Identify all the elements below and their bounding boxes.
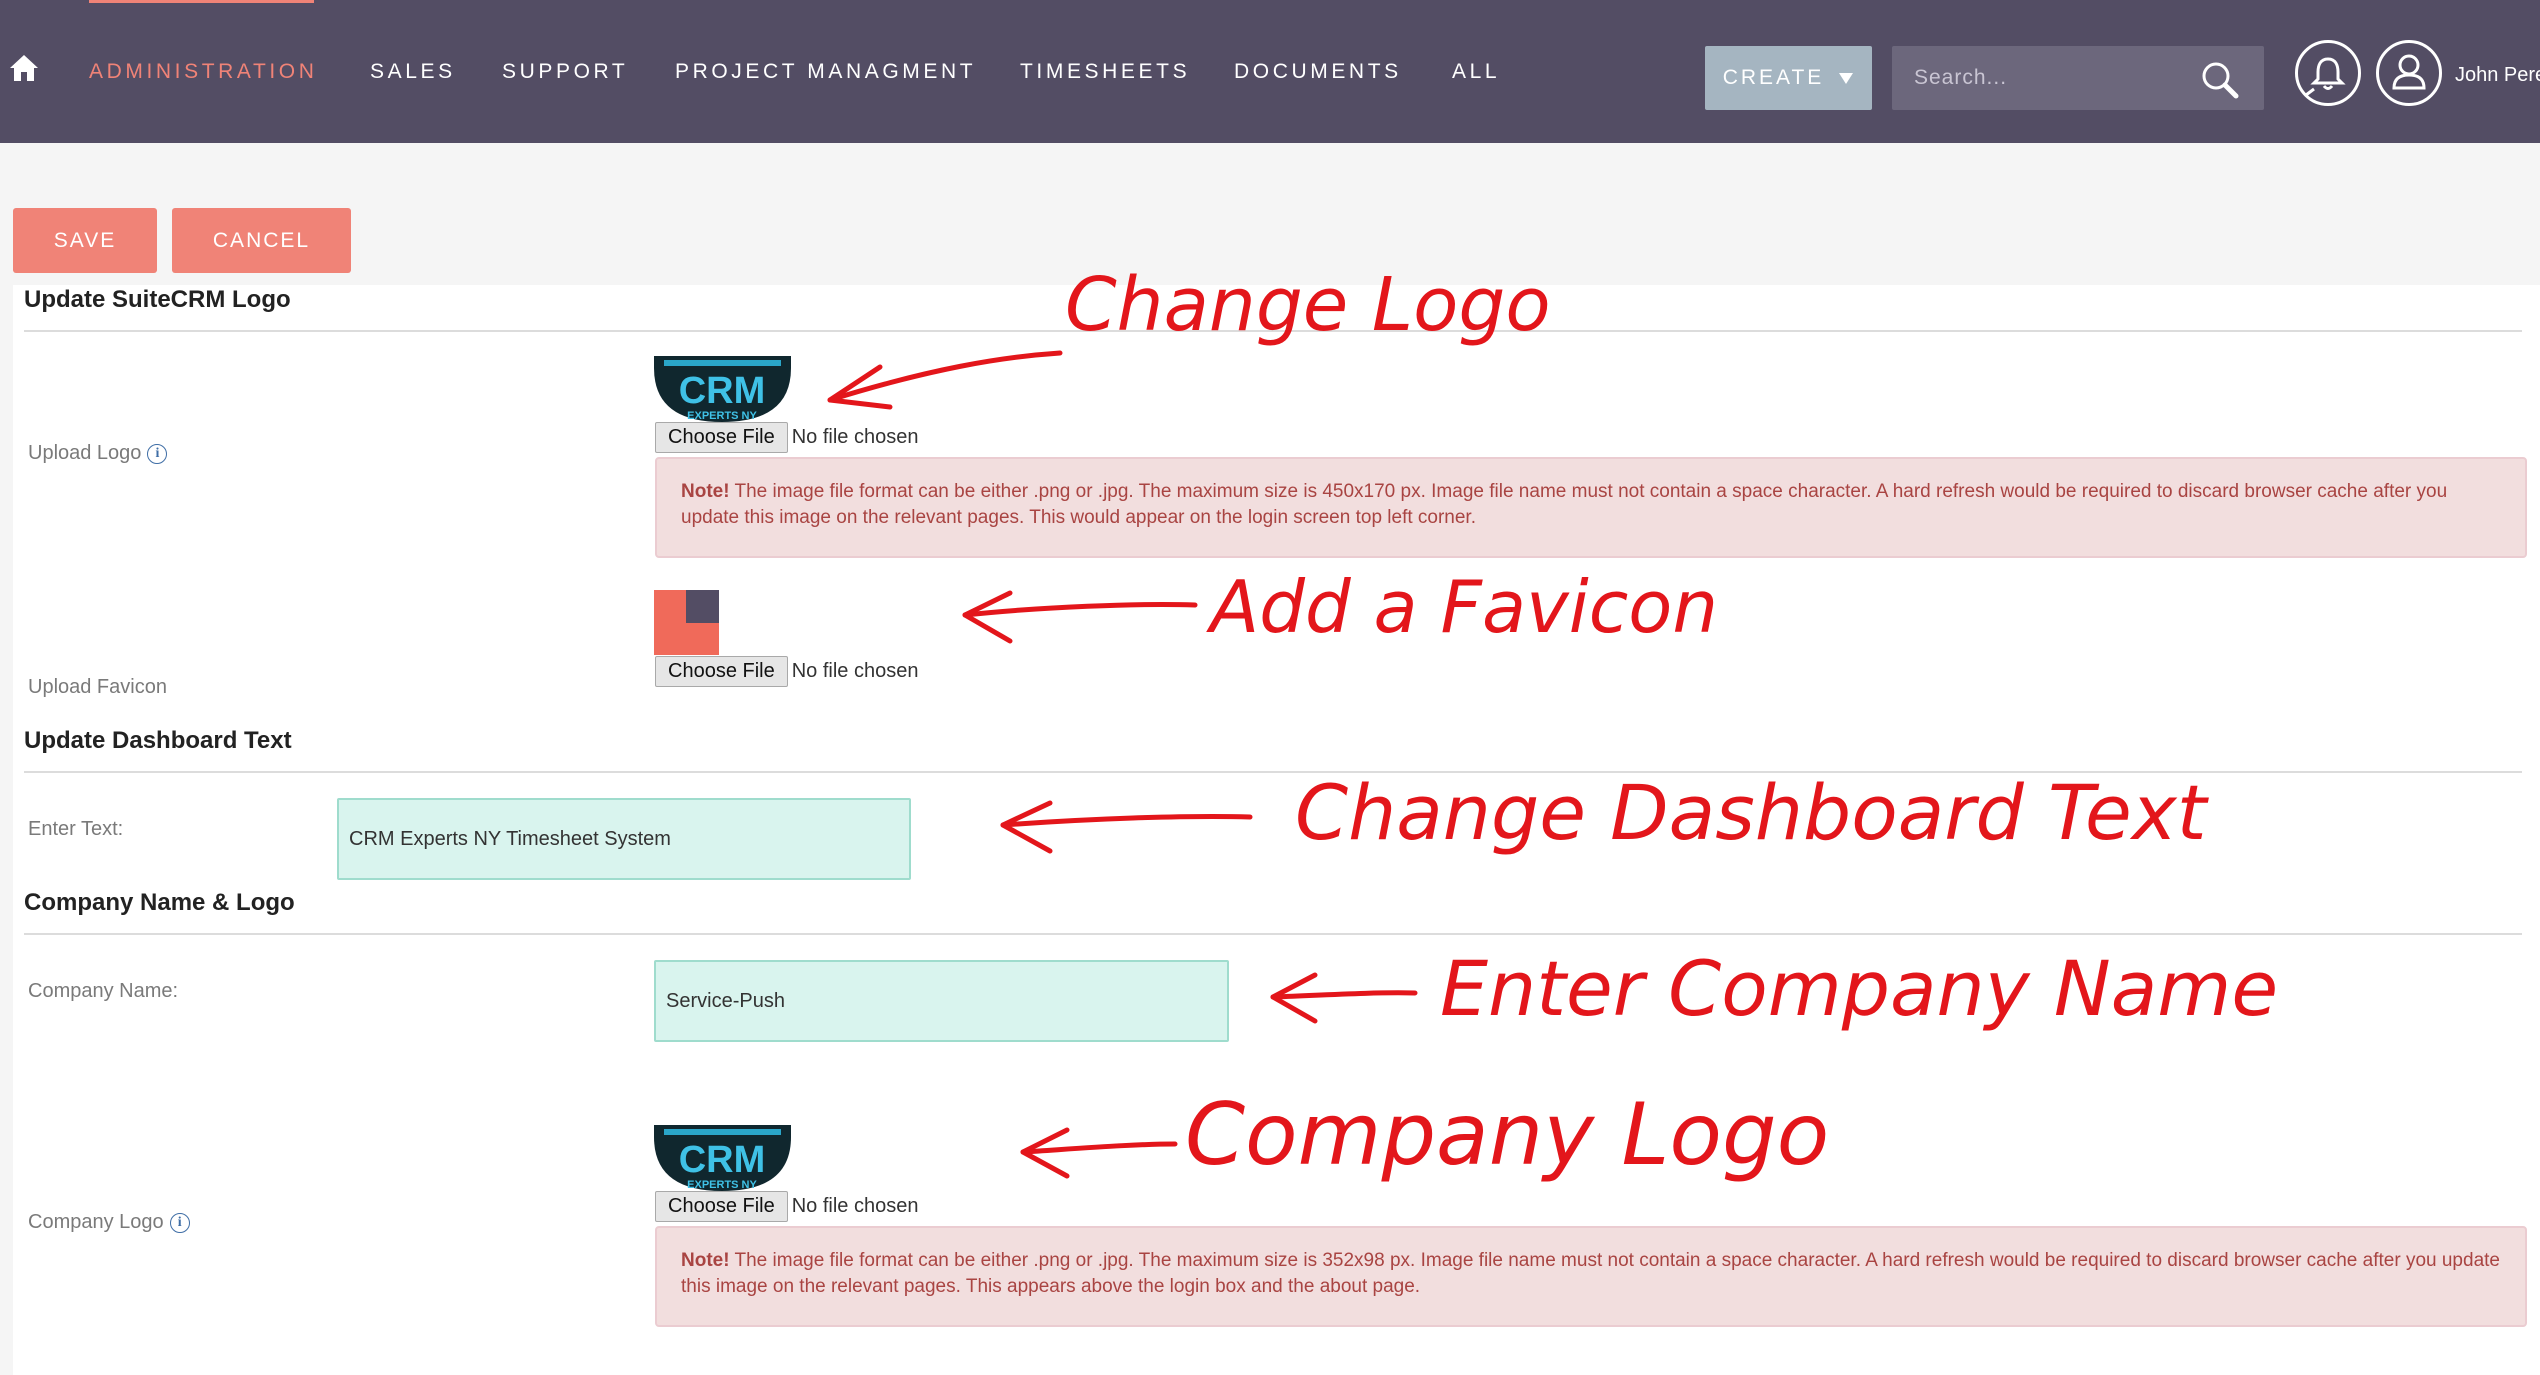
upload-favicon-label: Upload Favicon [28,676,167,698]
search-icon[interactable] [2198,58,2242,102]
favicon-preview [654,590,719,655]
choose-file-button[interactable]: Choose File [655,1191,788,1222]
annotation-arrow [1270,972,1418,1024]
bell-icon [2305,57,2346,97]
company-name-label: Company Name: [28,980,179,1002]
choose-file-button[interactable]: Choose File [655,422,788,453]
dashboard-text-input[interactable] [337,798,911,880]
company-logo-file-input: Choose File No file chosen [655,1191,918,1222]
company-name-input[interactable] [654,960,1229,1042]
annotation-arrow [1020,1127,1178,1179]
company-logo-label-text: Company Logo [28,1211,164,1233]
caret-down-icon [1839,73,1854,84]
annotation-company-logo: Company Logo [1185,1085,1830,1185]
nav-item-timesheets[interactable]: TIMESHEETS [1020,60,1190,84]
nav-item-sales[interactable]: SALES [370,60,456,84]
logo-text-sub: EXPERTS NY [687,1179,757,1191]
note-label: Note! [681,1250,730,1271]
annotation-arrow [1000,800,1253,854]
section-title-company: Company Name & Logo [24,889,295,916]
annotation-change-logo: Change Logo [1065,262,1551,348]
info-icon[interactable]: i [147,443,168,464]
company-note-text: The image file format can be either .png… [681,1250,2500,1297]
create-button[interactable]: CREATE [1705,46,1872,110]
logo-text-main: CRM [679,370,766,412]
file-status: No file chosen [791,660,919,682]
annotation-enter-company-name: Enter Company Name [1440,944,2279,1033]
nav-item-documents[interactable]: DOCUMENTS [1234,60,1402,84]
annotation-add-favicon: Add a Favicon [1210,565,1718,649]
save-button[interactable]: SAVE [13,208,157,273]
section-divider [24,933,2522,935]
company-logo-note-alert: Note! The image file format can be eithe… [655,1226,2527,1327]
annotation-change-dashboard-text: Change Dashboard Text [1295,768,2207,857]
company-logo-preview: CRM EXPERTS NY [654,1125,791,1191]
create-button-label: CREATE [1722,66,1825,89]
upload-logo-label: Upload Logo i [28,442,168,465]
nav-item-administration[interactable]: ADMINISTRATION [89,60,318,84]
info-icon[interactable]: i [169,1212,190,1233]
note-label: Note! [681,481,730,502]
section-title-dashboard: Update Dashboard Text [24,727,292,754]
annotation-arrow [962,590,1198,644]
company-logo-label: Company Logo i [28,1211,190,1234]
file-status: No file chosen [791,1195,919,1217]
home-icon[interactable] [8,52,40,84]
file-status: No file chosen [791,426,919,448]
nav-item-project-management[interactable]: PROJECT MANAGMENT [675,60,976,84]
logo-text-main: CRM [679,1139,766,1181]
annotation-arrow [827,350,1063,410]
logo-note-alert: Note! The image file format can be eithe… [655,457,2527,558]
user-name[interactable]: John Pere [2455,64,2540,87]
upload-favicon-file-input: Choose File No file chosen [655,656,918,687]
enter-text-label: Enter Text: [28,818,124,840]
logo-note-text: The image file format can be either .png… [681,481,2448,528]
upload-logo-label-text: Upload Logo [28,442,142,464]
notifications-button[interactable] [2295,40,2361,106]
search-input[interactable] [1892,46,2192,110]
top-navigation-bar: ADMINISTRATION SALES SUPPORT PROJECT MAN… [0,0,2540,143]
logo-text-sub: EXPERTS NY [687,410,757,422]
active-tab-indicator [89,0,314,3]
user-icon [2392,54,2426,90]
nav-item-all[interactable]: ALL [1452,60,1500,84]
cancel-button[interactable]: CANCEL [172,208,351,273]
user-avatar-button[interactable] [2376,40,2442,106]
search-box [1892,46,2264,110]
nav-item-support[interactable]: SUPPORT [502,60,628,84]
suitecrm-logo-preview: CRM EXPERTS NY [654,356,791,422]
choose-file-button[interactable]: Choose File [655,656,788,687]
section-title-logo: Update SuiteCRM Logo [24,286,291,313]
upload-logo-file-input: Choose File No file chosen [655,422,918,453]
